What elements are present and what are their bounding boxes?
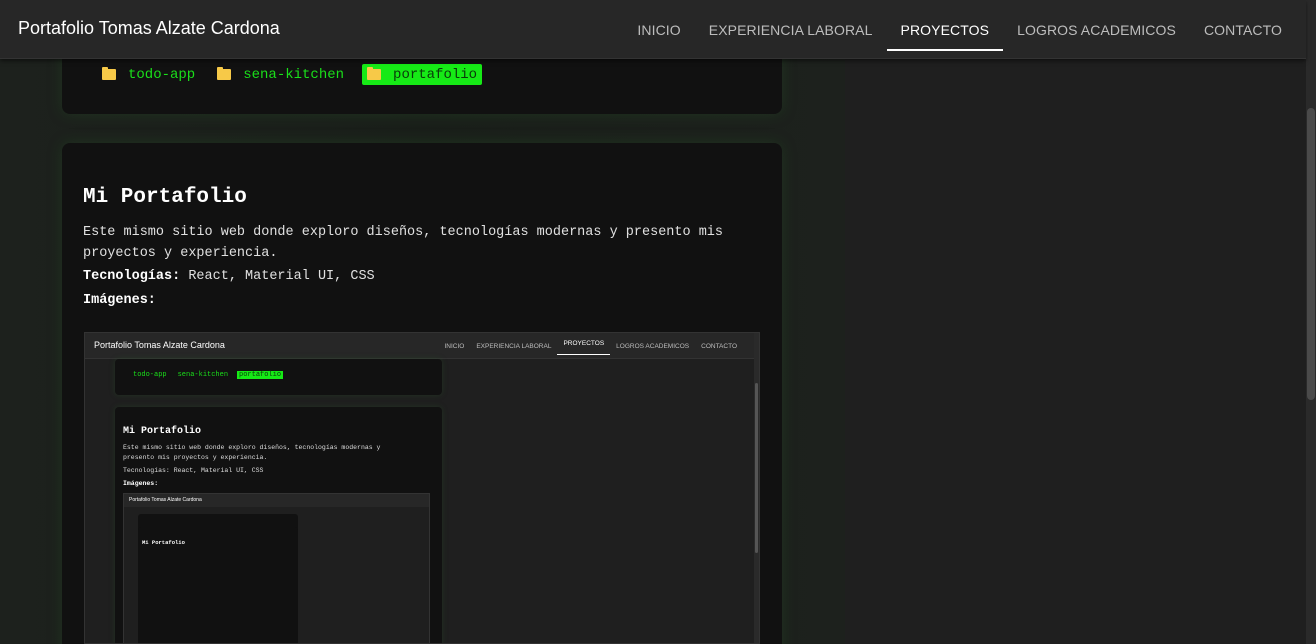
folder-icon: [367, 67, 382, 80]
folder-label: todo-app: [128, 66, 196, 83]
preview-nav-item: CONTACTO: [701, 342, 737, 350]
project-title: Mi Portafolio: [83, 186, 247, 209]
nav-inicio[interactable]: INICIO: [623, 0, 694, 59]
preview-title: Mi Portafolio: [123, 426, 202, 437]
preview-tech: Tecnologías: React, Material UI, CSS: [123, 467, 264, 474]
app-bar: Portafolio Tomas Alzate Cardona INICIO E…: [0, 0, 1306, 59]
repo-folder-list: todo-app sena-kitchen portafolio: [98, 64, 496, 85]
folder-sena-kitchen[interactable]: sena-kitchen: [213, 64, 348, 85]
scrollbar[interactable]: [1306, 0, 1316, 644]
preview-description: Este mismo sitio web donde exploro diseñ…: [123, 443, 403, 489]
nav-proyectos[interactable]: PROYECTOS: [886, 0, 1004, 59]
preview-nested-screenshot: Portafolio Tomas Alzate Cardona Mi Porta…: [123, 493, 430, 643]
preview-nav-item: LOGROS ACADEMICOS: [616, 342, 690, 350]
folder-portafolio[interactable]: portafolio: [362, 64, 483, 85]
preview-folders: todo-app sena-kitchen portafolio: [131, 371, 290, 379]
tech-label: Tecnologías:: [83, 269, 181, 284]
folder-todo-app[interactable]: todo-app: [98, 64, 199, 85]
preview-nav: INICIO EXPERIENCIA LABORAL PROYECTOS LOG…: [438, 333, 743, 359]
preview-folder: portafolio: [237, 371, 284, 379]
project-technologies: Tecnologías: React, Material UI, CSS: [83, 269, 375, 284]
preview-folder: sena-kitchen: [177, 371, 229, 379]
preview-images-label: Imágenes:: [123, 480, 159, 487]
nested-brand: Portafolio Tomas Alzate Cardona: [129, 497, 202, 503]
tech-value: React, Material UI, CSS: [180, 269, 375, 284]
main-nav: INICIO EXPERIENCIA LABORAL PROYECTOS LOG…: [623, 0, 1296, 59]
nav-experiencia-laboral[interactable]: EXPERIENCIA LABORAL: [695, 0, 887, 59]
nav-logros-academicos[interactable]: LOGROS ACADEMICOS: [1003, 0, 1190, 59]
preview-nav-item: PROYECTOS: [557, 333, 611, 355]
site-title[interactable]: Portafolio Tomas Alzate Cardona: [18, 18, 280, 39]
folder-icon: [102, 67, 116, 80]
folder-label: sena-kitchen: [243, 66, 345, 83]
preview-folder: todo-app: [133, 371, 167, 379]
nav-contacto[interactable]: CONTACTO: [1190, 0, 1296, 59]
project-screenshot[interactable]: Portafolio Tomas Alzate Cardona INICIO E…: [84, 332, 760, 644]
scrollbar-thumb[interactable]: [1307, 108, 1315, 400]
preview-desc-line: Este mismo sitio web donde exploro diseñ…: [123, 444, 381, 461]
project-description: Este mismo sitio web donde exploro diseñ…: [83, 225, 724, 261]
nested-title: Mi Portafolio: [142, 539, 185, 546]
preview-nav-item: INICIO: [444, 342, 465, 350]
folder-label: portafolio: [393, 66, 478, 83]
preview-brand: Portafolio Tomas Alzate Cardona: [94, 340, 225, 350]
preview-scrollbar: [754, 333, 759, 643]
nested-appbar: Portafolio Tomas Alzate Cardona: [124, 494, 429, 507]
folder-icon: [217, 67, 232, 80]
preview-scroll-thumb: [755, 383, 758, 553]
preview-nav-item: EXPERIENCIA LABORAL: [476, 342, 552, 350]
preview-appbar: Portafolio Tomas Alzate Cardona INICIO E…: [85, 333, 759, 359]
images-label: Imágenes:: [83, 293, 156, 308]
